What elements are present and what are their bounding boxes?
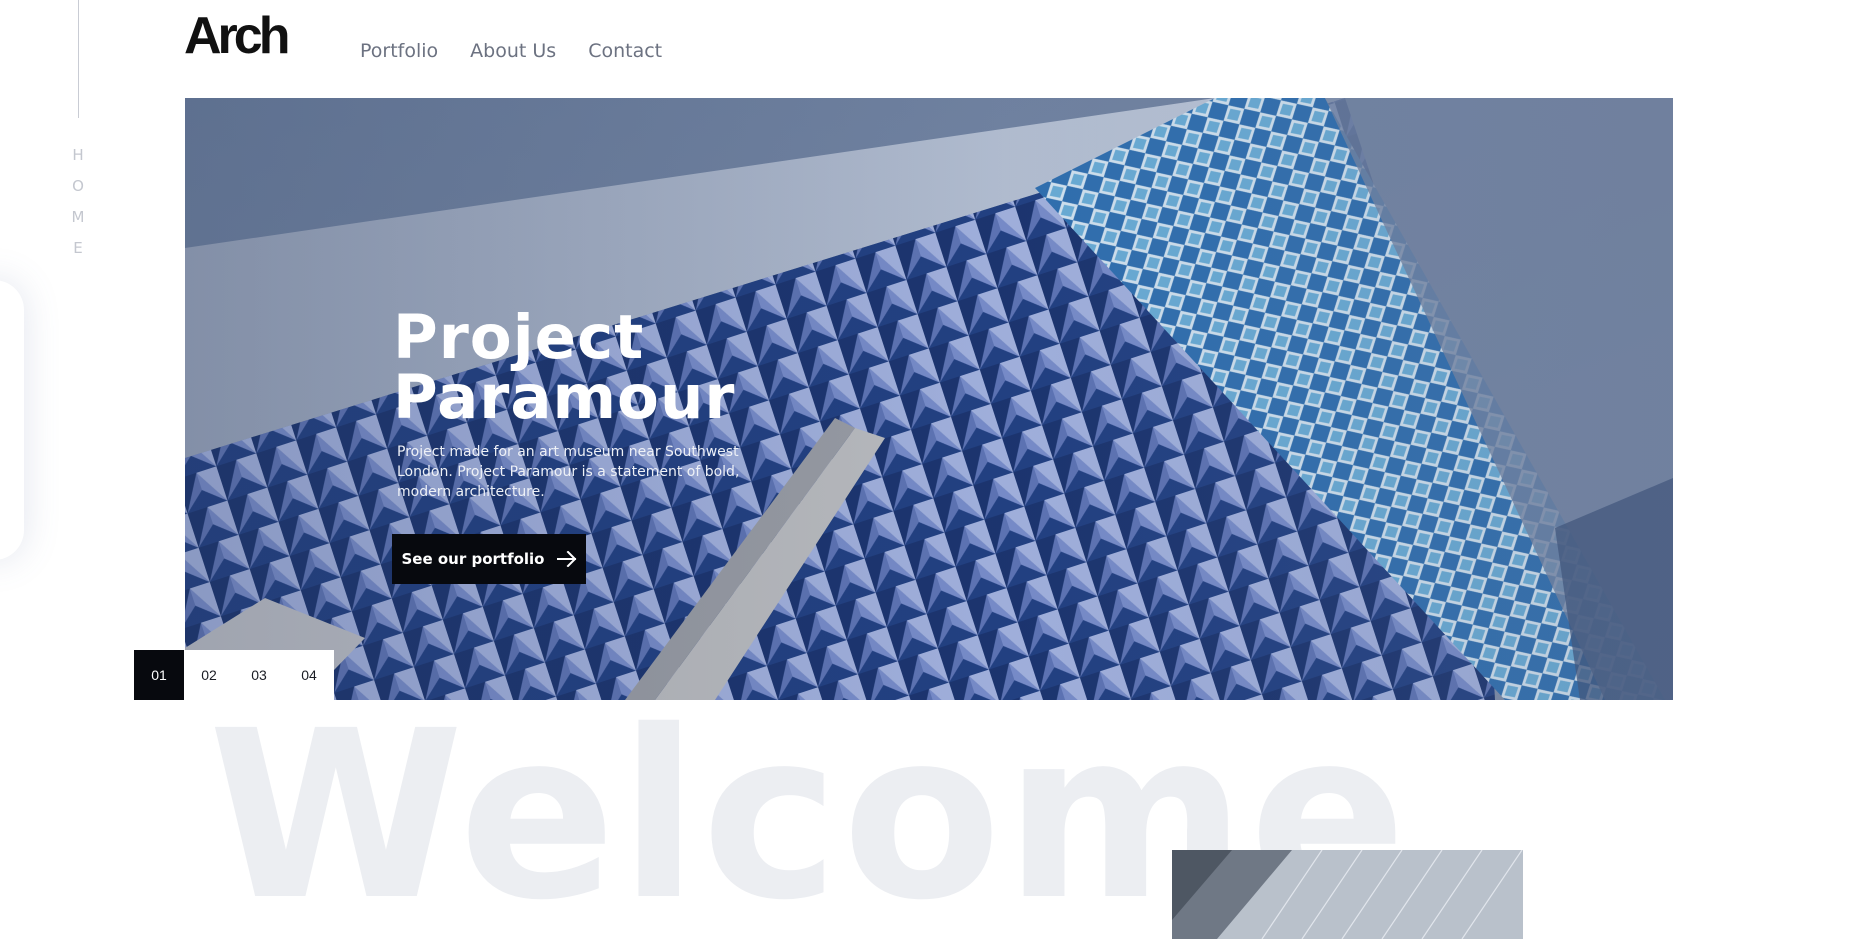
rail-letter: M bbox=[71, 208, 85, 226]
rail-letter: E bbox=[73, 239, 83, 257]
hero-title-line-2: Paramour bbox=[393, 362, 736, 433]
vertical-page-label: H O M E bbox=[70, 148, 86, 256]
slide-tab-01[interactable]: 01 bbox=[134, 650, 184, 700]
rail-letter: O bbox=[72, 177, 84, 195]
nav-portfolio-link[interactable]: Portfolio bbox=[360, 40, 438, 62]
nav-contact-link[interactable]: Contact bbox=[588, 40, 662, 62]
see-portfolio-label: See our portfolio bbox=[401, 550, 545, 568]
arrow-right-icon bbox=[556, 551, 576, 567]
welcome-building-image bbox=[1172, 850, 1523, 939]
building-facade-graphic bbox=[1172, 850, 1523, 939]
hero-title: Project Paramour bbox=[393, 307, 813, 428]
rail-letter: H bbox=[72, 146, 84, 164]
hero-description: Project made for an art museum near Sout… bbox=[397, 444, 740, 500]
nav-about-us-link[interactable]: About Us bbox=[470, 40, 556, 62]
main-navigation: Portfolio About Us Contact bbox=[360, 40, 662, 62]
see-portfolio-button[interactable]: See our portfolio bbox=[392, 534, 586, 584]
brand-logo[interactable]: Arch bbox=[184, 10, 291, 62]
side-shadow-panel bbox=[0, 280, 24, 560]
rail-divider bbox=[78, 0, 79, 118]
